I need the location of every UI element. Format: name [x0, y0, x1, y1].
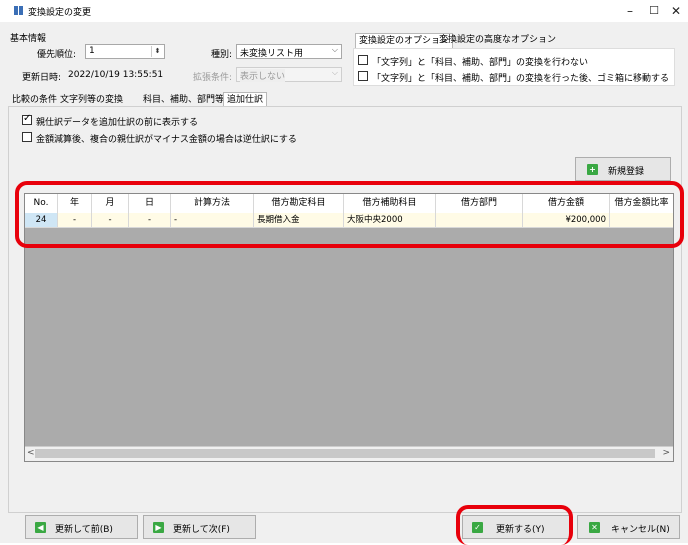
- maximize-button[interactable]: ☐: [642, 3, 666, 19]
- update-prev-label: 更新して前(B): [55, 525, 113, 535]
- horizontal-scrollbar[interactable]: < >: [25, 446, 673, 461]
- arrow-left-icon: ◀: [35, 522, 46, 533]
- priority-value: 1: [89, 46, 95, 56]
- updated-label: 更新日時:: [22, 73, 62, 83]
- x-icon: ✕: [589, 522, 600, 533]
- updated-value: 2022/10/19 13:55:51: [68, 70, 164, 80]
- window-title: 変換設定の変更: [28, 8, 92, 18]
- extended-value: 表示しない: [240, 69, 286, 82]
- title-bar: 変換設定の変更 – ☐ ✕: [0, 0, 688, 22]
- tab-accounts[interactable]: 科目、補助、部門等: [140, 93, 227, 107]
- tab-string-convert[interactable]: 文字列等の変換: [57, 93, 126, 107]
- option-trash-label: 「文字列」と「科目、補助、部門」の変換を行った後、ゴミ箱に移動する: [372, 74, 670, 84]
- show-parent-first-checkbox[interactable]: [22, 113, 32, 125]
- cancel-button[interactable]: ✕ キャンセル(N): [577, 515, 680, 539]
- dialog-window: 変換設定の変更 – ☐ ✕ 基本情報 優先順位: 1 ⬍ 種別: 未変換リスト用…: [0, 0, 688, 545]
- kind-select[interactable]: 未変換リスト用 ⌵: [236, 44, 342, 59]
- reverse-entry-checkbox[interactable]: [22, 132, 32, 142]
- chevron-down-icon: ⌵: [331, 68, 338, 77]
- scrollbar-thumb[interactable]: [35, 449, 655, 458]
- app-icon: [14, 6, 23, 15]
- option-no-convert-checkbox[interactable]: [358, 55, 368, 65]
- update-next-label: 更新して次(F): [173, 525, 230, 535]
- tab-additional-entry[interactable]: 追加仕訳: [223, 92, 268, 107]
- basic-info-group-label: 基本情報: [10, 34, 47, 44]
- kind-value: 未変換リスト用: [240, 49, 304, 59]
- kind-label: 種別:: [211, 50, 233, 60]
- tab-compare-conditions[interactable]: 比較の条件: [9, 93, 60, 107]
- plus-icon: +: [587, 164, 598, 175]
- reverse-entry-label: 金額減算後、複合の親仕訳がマイナス金額の場合は逆仕訳にする: [36, 135, 297, 145]
- update-next-button[interactable]: ▶ 更新して次(F): [143, 515, 256, 539]
- option-trash-checkbox[interactable]: [358, 71, 368, 81]
- chevron-down-icon: ⌵: [331, 45, 338, 54]
- show-parent-first-label: 親仕訳データを追加仕訳の前に表示する: [36, 118, 199, 128]
- tab-advanced-options[interactable]: 変換設定の高度なオプション: [436, 33, 559, 47]
- option-no-convert-label: 「文字列」と「科目、補助、部門」の変換を行わない: [372, 58, 589, 68]
- scroll-right-icon[interactable]: >: [662, 448, 670, 458]
- scroll-left-icon[interactable]: <: [27, 448, 35, 458]
- arrow-right-icon: ▶: [153, 522, 164, 533]
- update-prev-button[interactable]: ◀ 更新して前(B): [25, 515, 138, 539]
- cancel-label: キャンセル(N): [611, 525, 670, 535]
- close-button[interactable]: ✕: [664, 3, 688, 19]
- extended-select[interactable]: 表示しない ⌵: [236, 67, 342, 82]
- highlight-update-annotation: [456, 505, 573, 545]
- minimize-button[interactable]: –: [618, 3, 642, 19]
- new-register-button[interactable]: + 新規登録: [575, 157, 671, 181]
- highlight-grid-annotation: [15, 181, 684, 248]
- new-register-label: 新規登録: [608, 167, 645, 177]
- priority-label: 優先順位:: [37, 50, 77, 60]
- extended-label: 拡張条件:: [193, 73, 233, 83]
- priority-spinner[interactable]: 1 ⬍: [85, 44, 165, 59]
- spinner-arrows-icon[interactable]: ⬍: [151, 46, 163, 57]
